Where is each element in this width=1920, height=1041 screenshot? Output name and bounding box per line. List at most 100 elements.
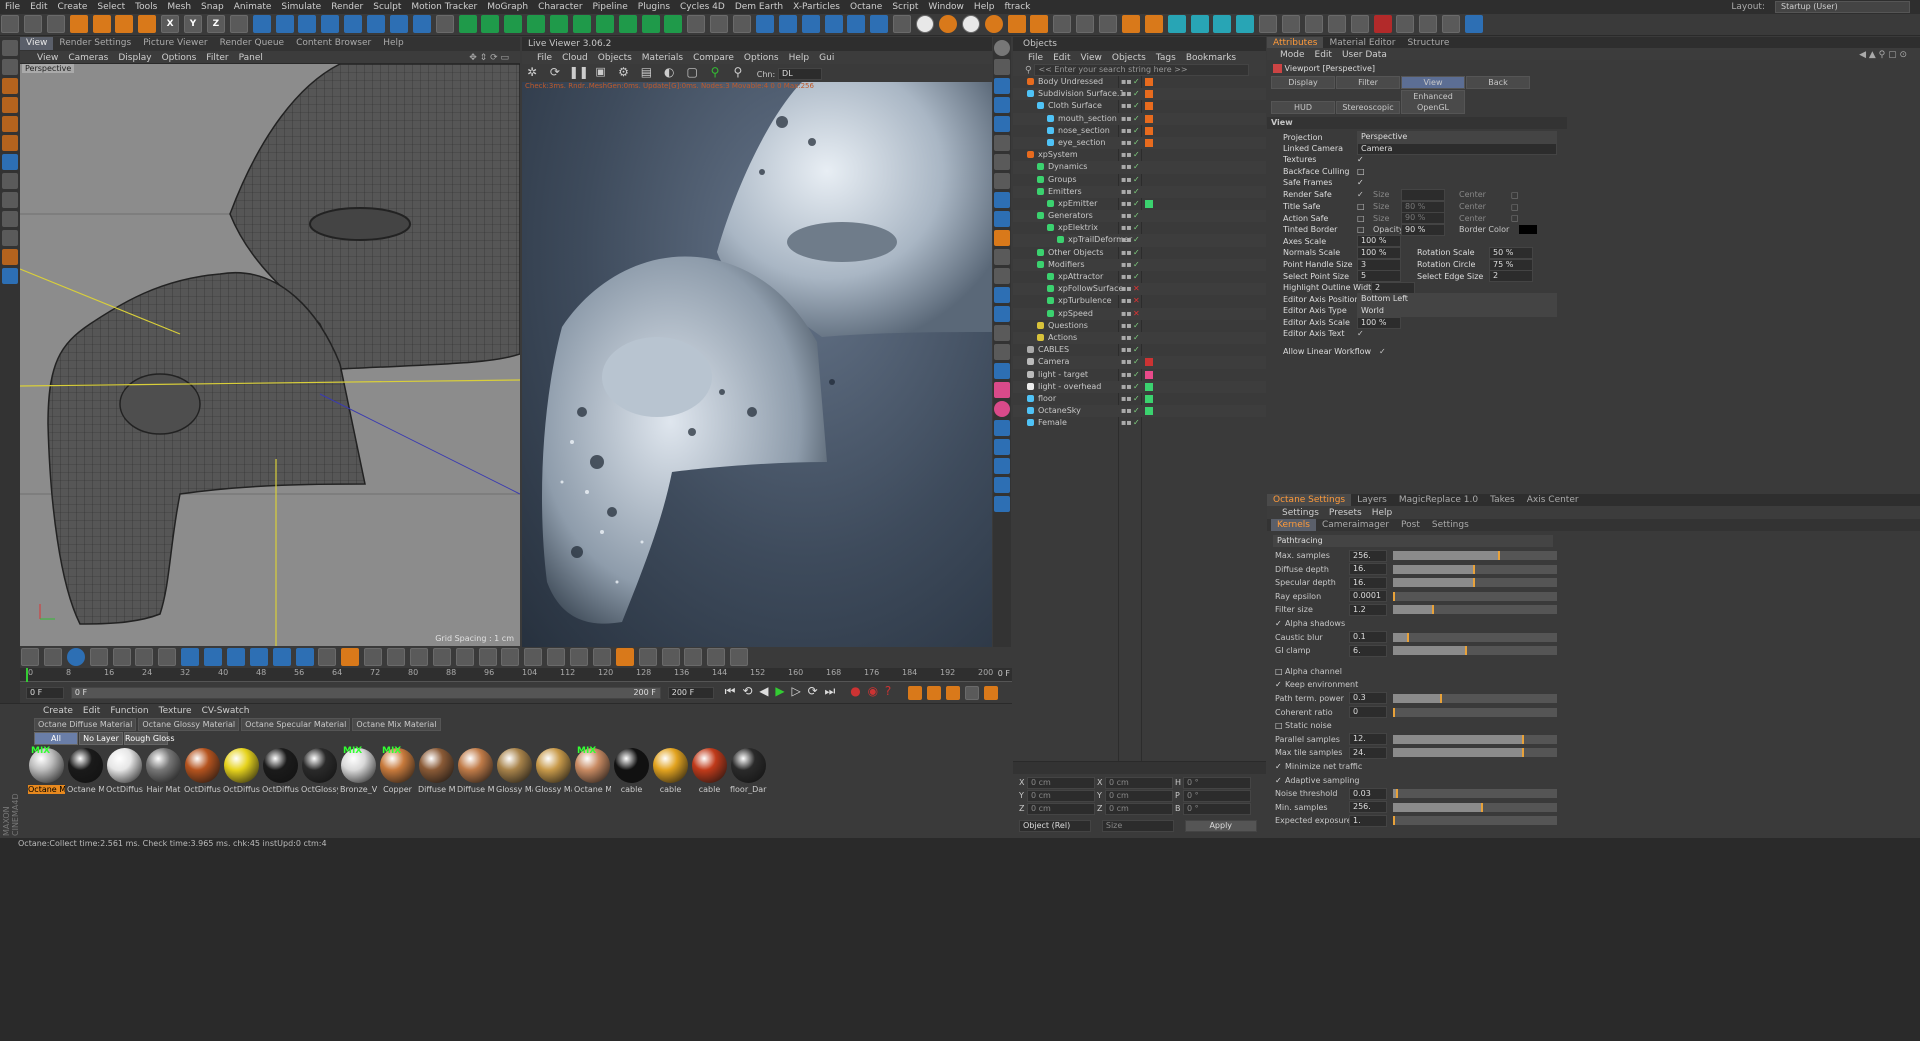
visibility-dots[interactable]: ▪▪ [1121,76,1132,88]
points-mode-icon[interactable] [755,15,774,33]
align-icon[interactable] [994,363,1010,379]
object-row[interactable]: mouth_section ▪▪ ✓ [1013,112,1266,125]
attr-checkbox[interactable]: ✓ [1357,189,1373,201]
material-swatch[interactable]: MIX Copper [379,746,416,794]
key-pos-icon[interactable] [908,685,923,700]
extrude-icon[interactable] [994,211,1010,227]
visibility-dots[interactable]: ▪▪ [1121,174,1132,186]
object-row[interactable]: Actions ▪▪ ✓ [1013,331,1266,345]
menu-item-8[interactable]: Simulate [276,0,326,14]
viewport-menu-item-3[interactable]: Options [157,51,202,65]
texture-mode-icon[interactable] [847,15,866,33]
tag-icon[interactable] [1145,126,1153,135]
edit-render-settings-icon[interactable] [321,15,340,33]
model-mode-icon[interactable] [824,15,843,33]
visibility-dots[interactable]: ▪▪ [1121,259,1132,271]
visibility-dots[interactable]: ▪▪ [1121,356,1132,368]
frame-range-slider[interactable]: 0 F 200 F [70,686,661,699]
loop-icon[interactable] [295,648,314,666]
tinted-checkbox[interactable]: □ [1357,224,1373,236]
material-swatch[interactable]: Hair Mat [145,748,182,794]
material-filter-1[interactable]: No Layer [79,732,123,745]
transform-tool-icon[interactable] [138,15,157,33]
material-type-tab-3[interactable]: Octane Mix Material [352,718,441,731]
cl-icon[interactable] [112,648,131,666]
opacity-field[interactable]: 90 % [1401,223,1445,236]
visibility-dots[interactable]: ▪▪ [1121,186,1132,198]
settings-icon[interactable]: ✲ [523,65,541,83]
coord-value-field[interactable]: 0 cm [1027,802,1095,815]
menu-item-14[interactable]: Pipeline [588,0,633,14]
visibility-dots[interactable]: ▪▪ [1121,100,1132,112]
script-icon-5[interactable] [1350,15,1369,33]
tag-icon[interactable] [1145,90,1153,99]
octane-param-slider[interactable] [1393,789,1557,799]
sculpt-icon[interactable] [893,15,912,33]
visibility-dots[interactable]: ▪▪ [1121,369,1132,381]
visibility-dots[interactable]: ▪▪ [1121,125,1132,137]
object-row[interactable]: Female ▪▪ ✓ [1013,417,1266,429]
enable-check-icon[interactable]: ✓ [1133,161,1140,173]
enable-check-icon[interactable]: ✓ [1133,320,1140,332]
layer-tool-2-icon[interactable] [661,648,680,666]
mirror-icon[interactable] [994,344,1010,360]
attr-checkbox[interactable]: □ [1357,167,1365,176]
trash-icon[interactable] [226,648,245,666]
octane-checkbox[interactable]: ✓ [1275,760,1285,774]
record-icon[interactable] [1373,15,1392,33]
octane-param-slider[interactable] [1393,578,1557,588]
objects-menu-item-5[interactable]: Bookmarks [1181,51,1241,65]
layer-tool-4-icon[interactable] [707,648,726,666]
render-view[interactable]: Check:3ms. Rndr..MeshGen:0ms. Update[G]:… [522,82,992,647]
live-viewer-menu-item-2[interactable]: Objects [593,51,637,65]
highlight-width-field[interactable]: 2 [1371,281,1415,294]
object-row[interactable]: xpFollowSurface ▪▪ ✕ [1013,283,1266,296]
cycles-s4-icon[interactable] [984,15,1003,33]
visibility-dots[interactable]: ▪▪ [1121,332,1132,344]
tag-icon[interactable] [1145,370,1153,379]
object-row[interactable]: Cloth Surface ▪▪ ✓ [1013,100,1266,112]
script-icon-4[interactable] [1327,15,1346,33]
attr-subtab-1[interactable]: Filter [1336,76,1400,89]
coord-value-field[interactable]: 0 ° [1183,789,1251,802]
enable-check-icon[interactable]: ✓ [1133,344,1140,356]
no-entry-icon[interactable] [994,40,1010,56]
script-icon-3[interactable] [1304,15,1323,33]
enable-check-icon[interactable]: ✓ [1133,405,1140,417]
enable-check-icon[interactable]: ✓ [1133,198,1140,210]
light-icon[interactable] [435,15,454,33]
enable-check-icon[interactable]: ✓ [1133,125,1140,137]
selection-tag-icon[interactable] [994,439,1010,455]
grid-select-icon[interactable] [272,648,291,666]
objects-menu-item-3[interactable]: Objects [1107,51,1151,65]
render-picture-icon[interactable] [298,15,317,33]
enable-check-icon[interactable]: ✓ [1133,234,1140,246]
enable-check-icon[interactable]: ✓ [1133,137,1140,149]
bevel-icon[interactable] [994,230,1010,246]
gear-icon[interactable]: ⚙ [615,65,633,83]
enable-check-icon[interactable]: ✓ [1133,417,1140,429]
xp-action-icon[interactable] [664,15,683,33]
octane-param-field[interactable]: 256. [1349,549,1387,562]
objects-search-input[interactable]: << Enter your search string here >> [1034,64,1250,76]
visibility-dots[interactable]: ▪▪ [1121,283,1132,295]
menu-item-9[interactable]: Render [326,0,368,14]
box-icon[interactable] [181,648,200,666]
cube-icon[interactable] [252,15,271,33]
xp-system-icon[interactable] [550,15,568,33]
paint-select-icon[interactable] [994,325,1010,341]
layout-select[interactable]: Startup (User) [1775,1,1910,13]
edge-mode-icon[interactable] [2,97,18,113]
menu-item-4[interactable]: Tools [130,0,162,14]
material-type-tab-0[interactable]: Octane Diffuse Material [34,718,137,731]
workplane-mode-icon[interactable] [870,15,889,33]
tag-icon[interactable] [1145,199,1153,208]
attr-subtab-2[interactable]: View [1401,76,1465,89]
octane-param-field[interactable]: 0.1 [1349,631,1387,644]
xp-scene-icon[interactable] [1121,15,1140,33]
kernel-select[interactable]: Pathtracing [1273,535,1553,547]
brush-icon[interactable] [994,78,1010,94]
enable-check-icon[interactable]: ✓ [1133,356,1140,368]
material-swatch[interactable]: MIX Bronze_V1 [340,746,377,794]
visibility-dots[interactable]: ▪▪ [1121,247,1132,259]
